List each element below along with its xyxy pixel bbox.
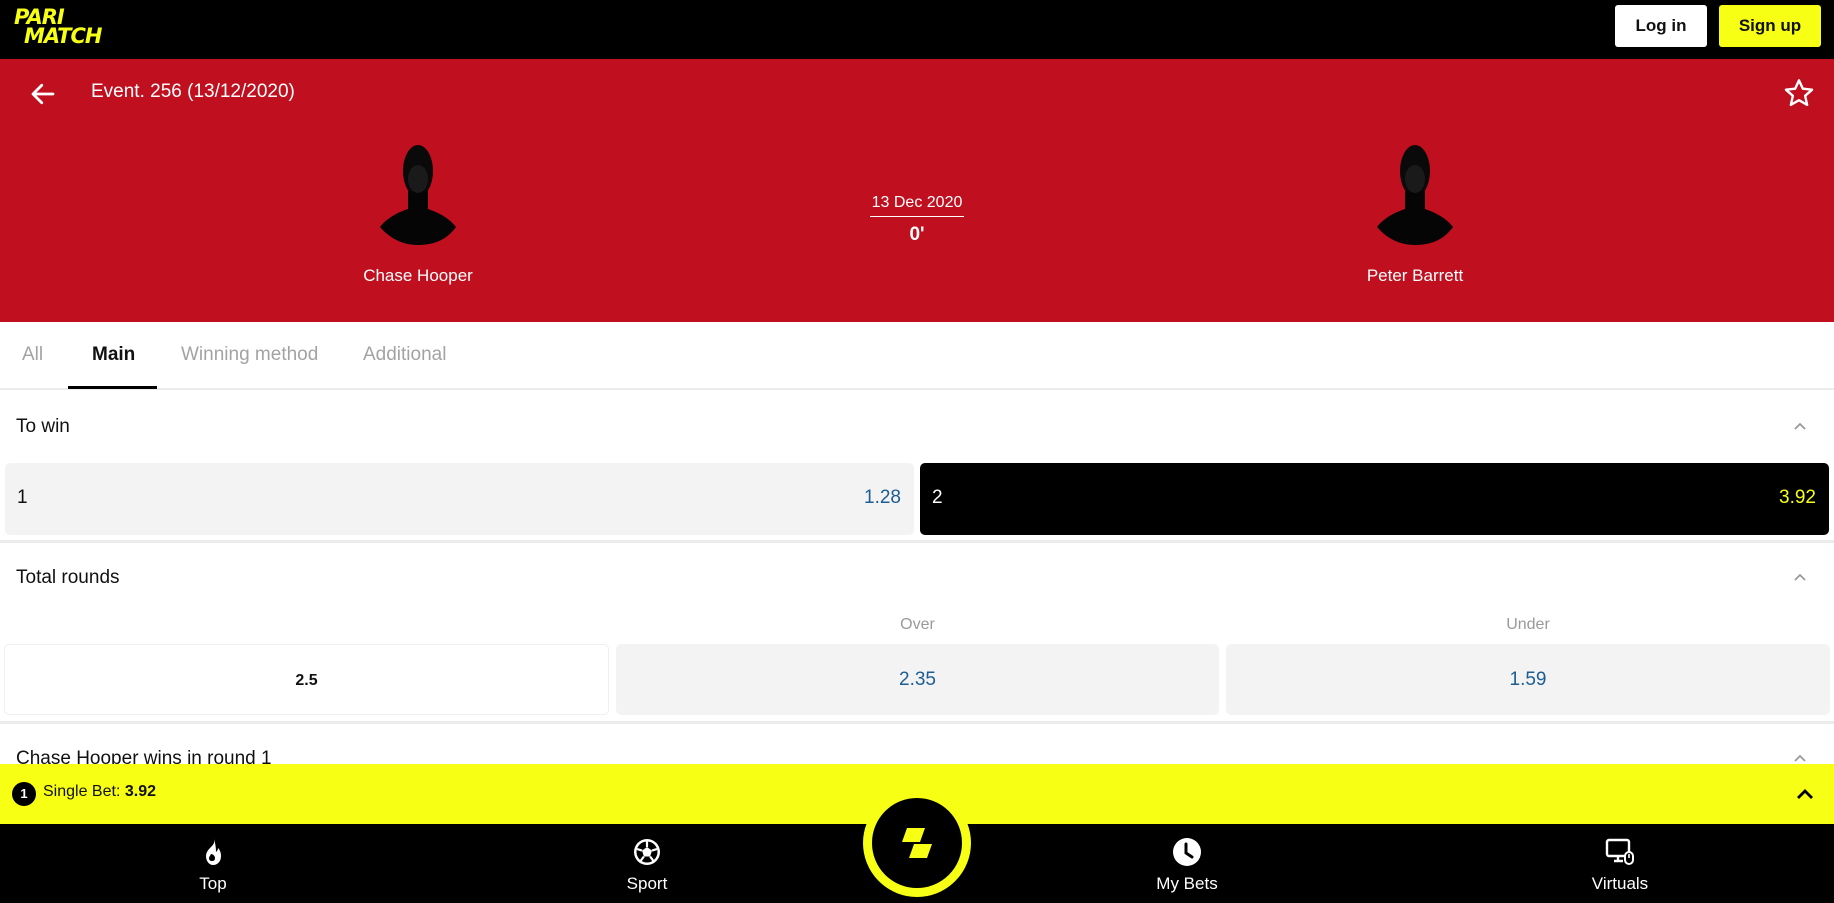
betslip-summary: Single Bet: 3.92: [43, 783, 156, 801]
event-date: 13 Dec 2020: [869, 194, 965, 217]
clock-icon: [1173, 838, 1201, 866]
event-header: Event. 256 (13/12/2020) Chase Hooper 13 …: [0, 59, 1834, 322]
tab-main[interactable]: Main: [92, 344, 135, 366]
market-title-total-rounds: Total rounds: [16, 567, 120, 588]
tab-additional[interactable]: Additional: [363, 344, 446, 366]
nav-label: Sport: [626, 874, 668, 893]
nav-home-logo-button[interactable]: [863, 789, 971, 897]
active-tab-indicator: [68, 386, 157, 389]
player-2-name: Peter Barrett: [1366, 266, 1464, 285]
flame-icon: [206, 839, 221, 865]
logo-line-2: MATCH: [24, 24, 102, 48]
odds-button-2[interactable]: 2 3.92: [920, 463, 1829, 535]
column-header-over: Over: [900, 616, 935, 633]
divider: [0, 721, 1834, 724]
parimatch-mark-icon: [902, 828, 932, 858]
odds-button-1[interactable]: 1 1.28: [5, 463, 914, 535]
nav-virtuals[interactable]: Virtuals: [1550, 824, 1690, 903]
nav-label: Virtuals: [1591, 874, 1649, 893]
outcome-label: 1: [17, 487, 28, 508]
soccer-ball-icon: [634, 839, 660, 865]
nav-my-bets[interactable]: My Bets: [1117, 824, 1257, 903]
event-title: Event. 256 (13/12/2020): [91, 81, 295, 102]
star-outline-icon[interactable]: [1783, 77, 1815, 109]
event-time-info: 13 Dec 2020 0': [817, 194, 1017, 246]
parimatch-logo[interactable]: PARI MATCH: [14, 7, 134, 48]
total-line-value: 2.5: [4, 644, 609, 715]
player-1-name: Chase Hooper: [363, 266, 473, 285]
outcome-label: 2: [932, 487, 943, 508]
top-bar: PARI MATCH Log in Sign up: [0, 0, 1834, 59]
column-header-under: Under: [1506, 616, 1550, 633]
player-2: Peter Barrett: [1305, 141, 1525, 286]
odds-button-under[interactable]: 1.59: [1226, 644, 1830, 715]
signup-button[interactable]: Sign up: [1719, 5, 1821, 47]
nav-sport[interactable]: Sport: [577, 824, 717, 903]
odds-value: 3.92: [1779, 487, 1816, 508]
person-silhouette-icon: [380, 145, 456, 245]
divider: [0, 540, 1834, 543]
odds-value: 1.28: [864, 487, 901, 508]
nav-label: My Bets: [1156, 874, 1218, 893]
odds-button-over[interactable]: 2.35: [616, 644, 1219, 715]
betslip-odds: 3.92: [124, 783, 156, 800]
nav-top[interactable]: Top: [143, 824, 283, 903]
chevron-up-icon[interactable]: [1792, 572, 1808, 582]
nav-label: Top: [199, 874, 227, 893]
arrow-left-icon[interactable]: [28, 79, 58, 109]
market-tabs: All Main Winning method Additional: [0, 322, 1834, 390]
player-1: Chase Hooper: [308, 141, 528, 286]
person-silhouette-icon: [1377, 145, 1453, 245]
chevron-up-icon[interactable]: [1792, 753, 1808, 763]
bet-count-badge: 1: [12, 782, 36, 806]
monitor-icon: [1605, 838, 1634, 865]
login-button[interactable]: Log in: [1615, 5, 1707, 47]
betslip-label: Single Bet:: [43, 783, 121, 800]
tab-winning-method[interactable]: Winning method: [181, 344, 318, 366]
event-clock: 0': [909, 224, 925, 245]
market-title-to-win: To win: [16, 416, 70, 437]
chevron-up-icon[interactable]: [1795, 787, 1815, 801]
tab-all[interactable]: All: [22, 344, 43, 366]
chevron-up-icon[interactable]: [1792, 421, 1808, 431]
